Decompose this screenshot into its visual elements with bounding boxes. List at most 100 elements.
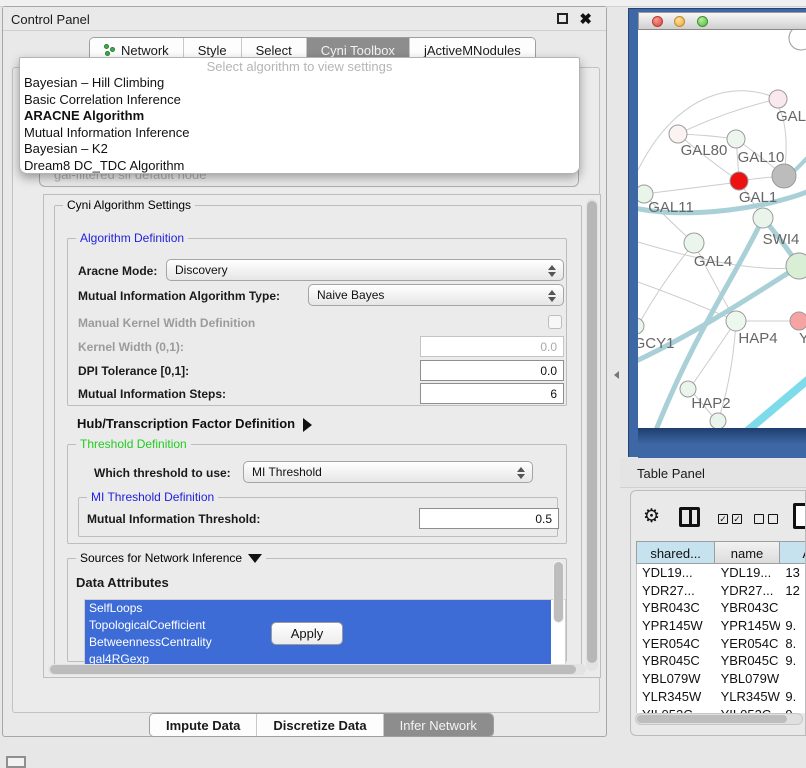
hub-definition-toggle[interactable]: Hub/Transcription Factor Definition xyxy=(77,416,312,432)
table-horizontal-scrollbar[interactable] xyxy=(635,713,803,725)
table-row[interactable]: YDR27...YDR27...12 xyxy=(637,582,806,600)
close-icon[interactable]: ✖ xyxy=(579,10,592,28)
node-label-GAL: GAL xyxy=(776,108,806,125)
table-cell: YPR145W xyxy=(716,617,781,635)
table-row[interactable]: YPR145WYPR145W9. xyxy=(637,617,806,635)
network-node[interactable] xyxy=(710,413,726,428)
node-label-GAL10: GAL10 xyxy=(738,149,785,166)
tab-label: jActiveMNodules xyxy=(424,43,521,58)
group-title: Threshold Definition xyxy=(76,437,191,451)
unchecked-checkbox-icon[interactable] xyxy=(754,514,764,524)
zoom-traffic-light-icon[interactable] xyxy=(697,16,708,27)
table-row[interactable]: YER054CYER054C8. xyxy=(637,635,806,653)
table-cell: YBL079W xyxy=(716,670,781,688)
column-header-shared[interactable]: shared... xyxy=(637,542,715,563)
manual-kernel-label: Manual Kernel Width Definition xyxy=(78,316,255,330)
table-cell: YBR043C xyxy=(637,599,716,617)
network-node[interactable] xyxy=(669,125,687,143)
column-header-name[interactable]: name xyxy=(715,542,779,563)
settings-horizontal-scrollbar[interactable] xyxy=(48,664,586,675)
network-window-titlebar[interactable] xyxy=(638,12,806,30)
expanded-arrow-icon xyxy=(248,554,262,563)
split-pane-handle-icon[interactable] xyxy=(614,371,619,379)
attribute-item[interactable]: SelfLoops xyxy=(85,600,551,617)
network-node[interactable] xyxy=(638,318,644,334)
algorithm-option[interactable]: Mutual Information Inference xyxy=(20,125,579,142)
tab-impute-data[interactable]: Impute Data xyxy=(150,714,257,736)
mi-algorithm-type-select[interactable]: Naive Bayes xyxy=(308,284,564,306)
apply-button[interactable]: Apply xyxy=(271,622,343,645)
tab-label: Network xyxy=(121,43,169,58)
node-label-GAL1: GAL1 xyxy=(739,189,777,206)
column-view-icon[interactable] xyxy=(679,507,700,527)
table-row[interactable]: YBL079WYBL079W xyxy=(637,670,806,688)
table-body: YDL19...YDL19...13YDR27...YDR27...12YBR0… xyxy=(636,564,806,713)
which-threshold-value: MI Threshold xyxy=(252,465,322,479)
algorithm-dropdown-popup: Select algorithm to view settings Bayesi… xyxy=(19,57,580,174)
which-threshold-select[interactable]: MI Threshold xyxy=(243,461,533,483)
table-row[interactable]: YLR345WYLR345W9. xyxy=(637,688,806,706)
network-canvas[interactable]: GALGAL80GAL10GAL1GAL11GAL4SWI4HAP4YGCY1H… xyxy=(638,30,806,428)
attributes-scrollbar[interactable] xyxy=(553,561,564,623)
node-label-HAP4: HAP4 xyxy=(738,330,777,347)
node-label-Y: Y xyxy=(799,330,806,347)
algorithm-option[interactable]: ARACNE Algorithm xyxy=(20,108,579,125)
unchecked-checkbox-icon[interactable] xyxy=(768,514,778,524)
network-window-frame xyxy=(638,428,806,458)
network-node[interactable] xyxy=(727,130,745,148)
node-label-HAP2: HAP2 xyxy=(691,395,730,412)
network-node[interactable] xyxy=(790,312,806,330)
algorithm-option[interactable]: Bayesian – K2 xyxy=(20,141,579,158)
network-node[interactable] xyxy=(789,30,806,50)
algorithm-option[interactable]: Bayesian – Hill Climbing xyxy=(20,75,579,92)
network-node[interactable] xyxy=(730,172,748,190)
mi-steps-field[interactable]: 6 xyxy=(420,383,564,404)
aracne-mode-select[interactable]: Discovery xyxy=(166,259,564,281)
table-row[interactable]: YDL19...YDL19...13 xyxy=(637,564,806,582)
algorithm-option[interactable]: Dream8 DC_TDC Algorithm xyxy=(20,158,579,175)
spinner-icon xyxy=(548,263,557,279)
checked-checkbox-icon[interactable]: ✓ xyxy=(732,514,742,524)
table-cell: 12 xyxy=(780,582,806,600)
dpi-tolerance-field[interactable]: 0.0 xyxy=(420,360,564,381)
network-node[interactable] xyxy=(769,90,787,108)
float-panel-icon[interactable] xyxy=(557,13,568,24)
table-cell: YBR045C xyxy=(637,652,716,670)
settings-vertical-scrollbar[interactable] xyxy=(586,199,598,671)
hub-definition-label: Hub/Transcription Factor Definition xyxy=(77,416,295,431)
column-header-A[interactable]: A xyxy=(780,542,806,563)
manual-kernel-checkbox[interactable] xyxy=(548,315,562,329)
node-table: shared...nameA YDL19...YDL19...13YDR27..… xyxy=(636,541,806,713)
tab-label: Style xyxy=(198,43,227,58)
table-panel: ⚙ ✓ ✓ shared...nameA YDL19...YDL19...13Y… xyxy=(630,490,806,736)
table-cell: YIL052C xyxy=(637,706,716,714)
collapsed-panel-icon[interactable] xyxy=(6,756,26,768)
aracne-mode-value: Discovery xyxy=(175,263,228,277)
group-title: MI Threshold Definition xyxy=(87,490,218,504)
table-cell: 9. xyxy=(780,706,806,714)
minimize-traffic-light-icon[interactable] xyxy=(674,16,685,27)
table-row[interactable]: YBR043CYBR043C xyxy=(637,599,806,617)
tab-label: Select xyxy=(256,43,292,58)
sources-toggle[interactable]: Sources for Network Inference xyxy=(76,551,266,565)
table-row[interactable]: YBR045CYBR045C9. xyxy=(637,652,806,670)
mi-steps-label: Mutual Information Steps: xyxy=(78,387,226,401)
table-row[interactable]: YIL052CYIL052C9. xyxy=(637,706,806,714)
network-node[interactable] xyxy=(726,311,746,331)
table-cell: YPR145W xyxy=(637,617,716,635)
table-cell: YER054C xyxy=(716,635,781,653)
checked-checkbox-icon[interactable]: ✓ xyxy=(718,514,728,524)
data-attributes-label: Data Attributes xyxy=(76,575,169,590)
tab-discretize-data[interactable]: Discretize Data xyxy=(257,714,383,736)
tab-infer-network[interactable]: Infer Network xyxy=(384,714,493,736)
network-node[interactable] xyxy=(753,208,773,228)
algorithm-option[interactable]: Basic Correlation Inference xyxy=(20,92,579,109)
gear-icon[interactable]: ⚙ xyxy=(643,505,660,528)
table-cell: YIL052C xyxy=(716,706,781,714)
network-node[interactable] xyxy=(684,233,704,253)
document-icon[interactable] xyxy=(793,503,806,529)
kernel-width-field[interactable]: 0.0 xyxy=(420,336,564,357)
mi-threshold-field[interactable]: 0.5 xyxy=(419,508,559,529)
network-node[interactable] xyxy=(772,164,796,188)
close-traffic-light-icon[interactable] xyxy=(652,16,663,27)
